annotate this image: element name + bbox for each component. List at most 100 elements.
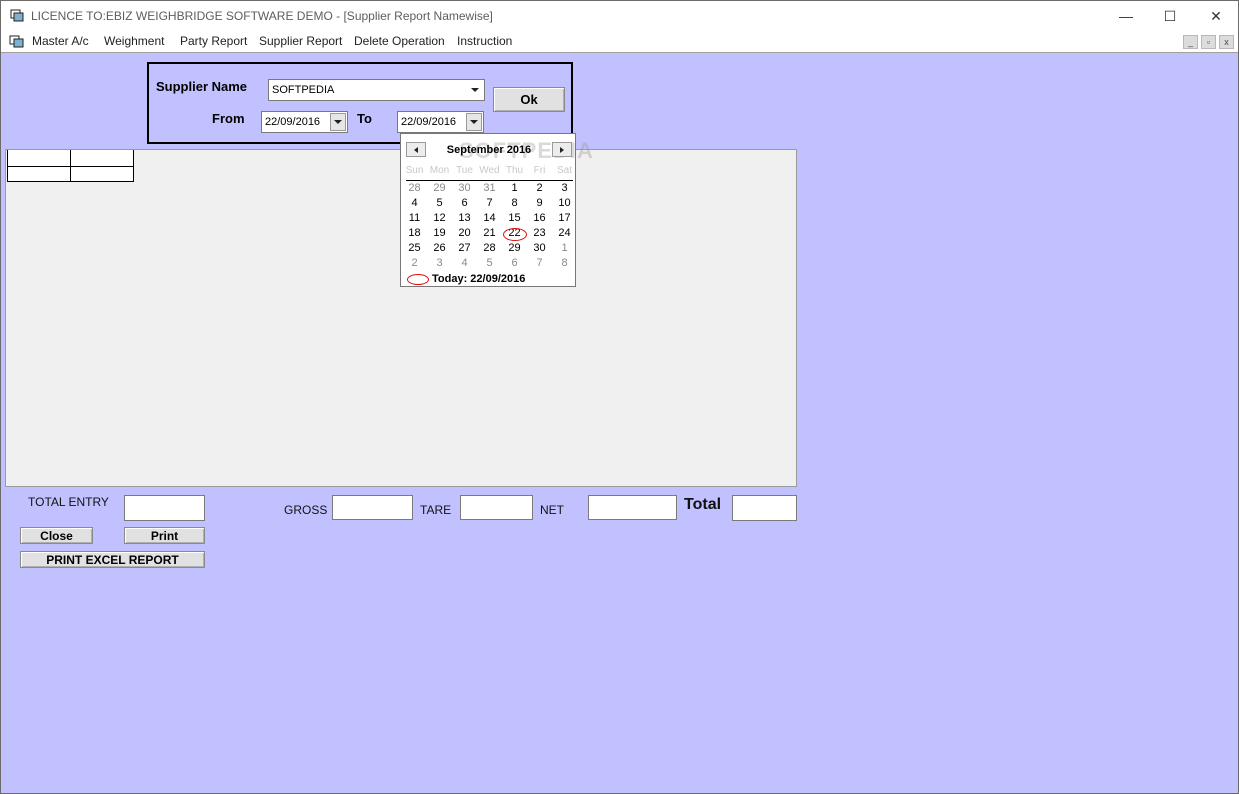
menu-supplier-report[interactable]: Supplier Report <box>259 34 342 48</box>
from-date-value: 22/09/2016 <box>265 116 321 128</box>
app-icon <box>10 9 24 22</box>
calendar-day[interactable]: 26 <box>427 242 452 254</box>
calendar-day[interactable]: 29 <box>427 182 452 194</box>
print-excel-report-button[interactable]: PRINT EXCEL REPORT <box>20 551 205 568</box>
calendar-day[interactable]: 5 <box>427 197 452 209</box>
from-date-picker[interactable]: 22/09/2016 <box>261 111 348 133</box>
chevron-down-icon[interactable] <box>330 113 346 131</box>
calendar-day[interactable]: 4 <box>402 197 427 209</box>
to-label: To <box>357 111 372 126</box>
weekday-header: Mon <box>429 165 450 176</box>
calendar-day[interactable]: 30 <box>452 182 477 194</box>
selected-day-marker <box>503 228 527 241</box>
supplier-name-label: Supplier Name <box>156 79 248 94</box>
calendar-day[interactable]: 4 <box>452 257 477 269</box>
calendar-day[interactable]: 1 <box>552 242 577 254</box>
from-label: From <box>212 111 245 126</box>
to-date-picker[interactable]: 22/09/2016 <box>397 111 484 133</box>
report-form: Supplier Name SOFTPEDIA From 22/09/2016 … <box>1 52 1238 793</box>
calendar-day[interactable]: 6 <box>502 257 527 269</box>
close-window-button[interactable]: ✕ <box>1193 1 1239 31</box>
total-field[interactable] <box>732 495 797 521</box>
grid-cell[interactable] <box>7 166 71 182</box>
total-entry-field[interactable] <box>124 495 205 521</box>
calendar-day[interactable]: 7 <box>477 197 502 209</box>
mdi-restore-button[interactable]: ▫ <box>1201 35 1216 49</box>
calendar-day[interactable]: 23 <box>527 227 552 239</box>
calendar-day[interactable]: 7 <box>527 257 552 269</box>
calendar-day[interactable]: 25 <box>402 242 427 254</box>
calendar-day[interactable]: 28 <box>477 242 502 254</box>
calendar-day[interactable]: 3 <box>427 257 452 269</box>
tare-label: TARE <box>420 503 452 517</box>
arrow-right-icon <box>560 146 564 153</box>
menu-delete-operation[interactable]: Delete Operation <box>354 34 445 48</box>
calendar-day[interactable]: 19 <box>427 227 452 239</box>
calendar-day[interactable]: 28 <box>402 182 427 194</box>
calendar-day[interactable]: 8 <box>552 257 577 269</box>
chevron-down-icon[interactable] <box>466 113 482 131</box>
calendar-day[interactable]: 5 <box>477 257 502 269</box>
menu-weighment[interactable]: Weighment <box>104 34 164 48</box>
weekday-header: Fri <box>533 165 546 176</box>
calendar-day[interactable]: 31 <box>477 182 502 194</box>
calendar-day[interactable]: 15 <box>502 212 527 224</box>
next-month-button[interactable] <box>552 142 572 157</box>
ok-button[interactable]: Ok <box>493 87 565 112</box>
grid-cell[interactable] <box>70 150 134 167</box>
calendar-day[interactable]: 2 <box>402 257 427 269</box>
menu-master-ac[interactable]: Master A/c <box>32 34 89 48</box>
grid-cell[interactable] <box>7 150 71 167</box>
calendar-day[interactable]: 2 <box>527 182 552 194</box>
calendar-day[interactable]: 29 <box>502 242 527 254</box>
gross-field[interactable] <box>332 495 413 520</box>
calendar-day[interactable]: 3 <box>552 182 577 194</box>
calendar-day[interactable]: 10 <box>552 197 577 209</box>
calendar-day[interactable]: 18 <box>402 227 427 239</box>
title-bar: LICENCE TO:EBIZ WEIGHBRIDGE SOFTWARE DEM… <box>1 1 1238 31</box>
today-link[interactable]: Today: 22/09/2016 <box>432 273 525 285</box>
weekday-header: Sun <box>405 165 424 176</box>
menu-party-report[interactable]: Party Report <box>180 34 247 48</box>
grid-cell[interactable] <box>70 166 134 182</box>
mdi-minimize-button[interactable]: _ <box>1183 35 1198 49</box>
chevron-down-icon[interactable] <box>467 81 483 99</box>
calendar-month-title[interactable]: September 2016 <box>401 144 577 156</box>
calendar-day[interactable]: 20 <box>452 227 477 239</box>
calendar-day[interactable]: 9 <box>527 197 552 209</box>
child-window-icon[interactable] <box>9 34 24 48</box>
calendar-day[interactable]: 13 <box>452 212 477 224</box>
tare-field[interactable] <box>460 495 533 520</box>
calendar-day[interactable]: 12 <box>427 212 452 224</box>
calendar-day[interactable]: 8 <box>502 197 527 209</box>
minimize-button[interactable]: — <box>1103 1 1149 31</box>
weekday-header: Sat <box>556 165 572 176</box>
net-label: NET <box>540 503 564 517</box>
today-marker-icon <box>407 274 429 285</box>
weekday-header: Wed <box>479 165 500 176</box>
net-field[interactable] <box>588 495 677 520</box>
calendar-dropdown[interactable]: SOFTPEDIA September 2016 Sun Mon Tue Wed… <box>400 133 593 287</box>
supplier-name-combo[interactable]: SOFTPEDIA <box>268 79 485 101</box>
menu-instruction[interactable]: Instruction <box>457 34 512 48</box>
print-button[interactable]: Print <box>124 527 205 544</box>
menu-bar: Master A/c Weighment Party Report Suppli… <box>1 31 1238 52</box>
maximize-button[interactable]: ☐ <box>1147 1 1193 31</box>
filter-panel: Supplier Name SOFTPEDIA From 22/09/2016 … <box>147 62 573 144</box>
supplier-name-value: SOFTPEDIA <box>272 84 335 96</box>
calendar-day[interactable]: 27 <box>452 242 477 254</box>
calendar-day[interactable]: 6 <box>452 197 477 209</box>
calendar-day[interactable]: 30 <box>527 242 552 254</box>
calendar-day[interactable]: 14 <box>477 212 502 224</box>
calendar-day[interactable]: 1 <box>502 182 527 194</box>
calendar-day[interactable]: 17 <box>552 212 577 224</box>
total-label: Total <box>684 496 722 513</box>
mdi-close-button[interactable]: x <box>1219 35 1234 49</box>
to-date-value: 22/09/2016 <box>401 116 457 128</box>
calendar-day[interactable]: 21 <box>477 227 502 239</box>
calendar-day[interactable]: 11 <box>402 212 427 224</box>
calendar-day[interactable]: 24 <box>552 227 577 239</box>
close-button[interactable]: Close <box>20 527 93 544</box>
calendar-day[interactable]: 16 <box>527 212 552 224</box>
window-title: LICENCE TO:EBIZ WEIGHBRIDGE SOFTWARE DEM… <box>31 9 493 23</box>
